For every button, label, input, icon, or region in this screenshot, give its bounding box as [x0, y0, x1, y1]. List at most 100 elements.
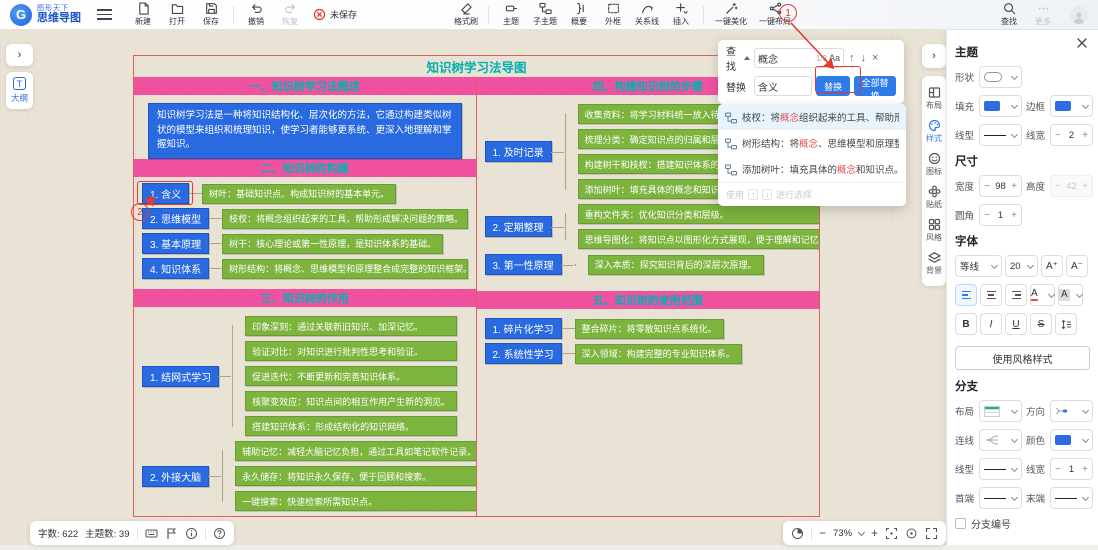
user-avatar[interactable]	[1070, 6, 1088, 24]
more-button[interactable]: 更多	[1028, 2, 1058, 27]
strip-item-icons[interactable]: 图标	[926, 148, 942, 181]
map-node-green[interactable]: 重构文件夹：优化知识分类和层级。	[578, 204, 819, 224]
topic-button[interactable]: 主题	[496, 2, 526, 27]
app-logo[interactable]: G 图形天下 思维导图	[10, 4, 81, 26]
map-node-green[interactable]: 整合碎片：将零散知识点系统化。	[575, 319, 724, 339]
open-file-button[interactable]: 打开	[162, 2, 192, 27]
branch-numbering-checkbox[interactable]: 分支编号	[955, 516, 1090, 531]
zoom-in-button[interactable]: +	[871, 527, 878, 539]
width-stepper[interactable]: −98+	[979, 175, 1022, 197]
map-node-green[interactable]: 核聚变效应：知识点间的相互作用产生新的洞见。	[245, 391, 457, 411]
font-color-button[interactable]: A	[1030, 284, 1055, 306]
close-panel-icon[interactable]	[1075, 36, 1089, 50]
map-node-green[interactable]: 促进迭代：不断更新和完善知识体系。	[245, 366, 457, 386]
insert-button[interactable]: 插入	[666, 2, 696, 27]
section5-banner[interactable]: 五、知识树的使用范围	[477, 291, 820, 309]
use-style-button[interactable]: 使用风格样式	[955, 346, 1090, 370]
line-end-select[interactable]	[1050, 487, 1093, 509]
format-painter-button[interactable]: 格式刷	[451, 2, 481, 27]
save-button[interactable]: 保存	[196, 2, 226, 27]
search-result-item[interactable]: 枝杈：将概念组织起来的工具、帮助形成解决问题...	[718, 104, 906, 130]
height-stepper[interactable]: −42+	[1050, 175, 1093, 197]
map-node-green[interactable]: 一键搜索：快速检索所需知识点。	[235, 491, 476, 511]
strip-item-layout[interactable]: 布局	[926, 82, 942, 115]
help-icon[interactable]	[213, 527, 226, 540]
map-node-green[interactable]: 辅助记忆：减轻大脑记忆负担，通过工具如笔记软件记录。	[235, 441, 476, 461]
map-root-title[interactable]: 知识树学习法导图	[134, 56, 819, 77]
font-size-select[interactable]: 20	[1005, 255, 1038, 277]
map-node-green[interactable]: 思维导图化：将知识点以图形化方式展现，便于理解和记忆。	[578, 229, 819, 249]
map-node-blue[interactable]: 3. 第一性原理	[485, 254, 562, 275]
subtopic-button[interactable]: 子主题	[530, 2, 560, 27]
beautify-button[interactable]: 一键美化	[711, 2, 751, 27]
font-family-select[interactable]: 等线	[955, 255, 1002, 277]
branch-line-width-stepper[interactable]: −1+	[1050, 458, 1093, 480]
italic-button[interactable]: I	[980, 313, 1002, 335]
expand-left-panel-button[interactable]: ›	[6, 44, 33, 66]
map-node-blue[interactable]: 2. 系统性学习	[485, 343, 562, 364]
border-color-select[interactable]	[1050, 95, 1093, 117]
find-prev-button[interactable]: ↑	[848, 52, 856, 64]
center-target-icon[interactable]	[905, 527, 918, 540]
branch-line-type-select[interactable]	[979, 458, 1022, 480]
map-node-blue[interactable]: 1. 结网式学习	[142, 366, 219, 387]
hamburger-menu-icon[interactable]	[97, 9, 112, 20]
font-decrease-button[interactable]: A⁻	[1066, 255, 1088, 277]
branch-color-select[interactable]	[1050, 429, 1093, 451]
chevron-down-icon[interactable]	[858, 528, 865, 535]
underline-button[interactable]: U	[1005, 313, 1027, 335]
replace-button[interactable]: 替换	[816, 76, 850, 96]
line-type-select[interactable]	[979, 124, 1022, 146]
map-node-green[interactable]: 枝杈：将概念组织起来的工具，帮助形成解决问题的策略。	[222, 209, 467, 229]
map-node-green[interactable]: 深入本质：探究知识背后的深层次原理。	[588, 255, 764, 275]
map-node-blue[interactable]: 1. 含义	[142, 183, 189, 204]
case-sensitive-toggle[interactable]: Aa	[829, 53, 840, 63]
line-width-stepper[interactable]: −2+	[1050, 124, 1093, 146]
highlight-color-button[interactable]: A	[1058, 284, 1083, 306]
section1-banner[interactable]: 一、知识树学习法概述	[134, 77, 476, 95]
search-result-item[interactable]: 树形结构：将概念、思维模型和原理整合成完整的...	[718, 130, 906, 156]
outer-frame-button[interactable]: 外框	[598, 2, 628, 27]
zoom-out-button[interactable]: −	[819, 527, 826, 539]
line-start-select[interactable]	[979, 487, 1022, 509]
map-node-blue[interactable]: 1. 碎片化学习	[485, 318, 562, 339]
branch-layout-select[interactable]	[979, 400, 1022, 422]
map-node-green[interactable]: 深入领域：构建完整的专业知识体系。	[575, 344, 742, 364]
zoom-level[interactable]: 73%	[833, 528, 852, 539]
map-node-green[interactable]: 验证对比：对知识进行批判性思考和验证。	[245, 341, 457, 361]
new-file-button[interactable]: 新建	[128, 2, 158, 27]
close-find-button[interactable]: ×	[871, 52, 879, 64]
strip-item-background[interactable]: 背景	[926, 247, 942, 280]
map-node-blue[interactable]: 2. 定期整理	[485, 216, 552, 237]
strip-item-theme[interactable]: 风格	[926, 214, 942, 247]
map-node-green[interactable]: 永久储存：将知识永久保存，便于回顾和搜索。	[235, 466, 476, 486]
align-left-button[interactable]	[955, 284, 977, 306]
section2-banner[interactable]: 二、知识树的构建	[134, 159, 476, 177]
flag-icon[interactable]	[165, 527, 178, 540]
fill-color-select[interactable]	[979, 95, 1022, 117]
shape-select[interactable]	[979, 66, 1022, 88]
search-result-item[interactable]: 添加树叶：填充具体的概念和知识点。	[718, 156, 906, 182]
intro-node[interactable]: 知识树学习法是一种将知识结构化、层次化的方法，它通过构建类似树状的模型来组织和梳…	[148, 103, 462, 159]
minimap-icon[interactable]	[791, 527, 804, 540]
font-increase-button[interactable]: A⁺	[1041, 255, 1063, 277]
redo-button[interactable]: 恢复	[275, 2, 305, 27]
direction-select[interactable]	[1050, 400, 1093, 422]
map-node-green[interactable]: 树叶：基础知识点、构成知识树的基本单元。	[202, 184, 396, 204]
find-next-button[interactable]: ↓	[860, 52, 868, 64]
connect-line-select[interactable]	[979, 429, 1022, 451]
align-center-button[interactable]	[980, 284, 1002, 306]
replace-input[interactable]	[758, 81, 808, 92]
strip-item-style[interactable]: 样式	[926, 115, 942, 148]
replace-all-button[interactable]: 全部替换	[854, 76, 896, 96]
collapse-sidebar-button[interactable]: ›	[922, 44, 946, 68]
outline-button[interactable]: T 大纲	[6, 72, 33, 109]
summary-button[interactable]: 概要	[564, 2, 594, 27]
map-node-blue[interactable]: 2. 思维模型	[142, 208, 209, 229]
fit-screen-icon[interactable]	[885, 527, 898, 540]
strikethrough-button[interactable]: S	[1030, 313, 1052, 335]
relation-line-button[interactable]: 关系线	[632, 2, 662, 27]
undo-button[interactable]: 撤销	[241, 2, 271, 27]
find-button[interactable]: 查找	[994, 2, 1024, 27]
align-right-button[interactable]	[1005, 284, 1027, 306]
